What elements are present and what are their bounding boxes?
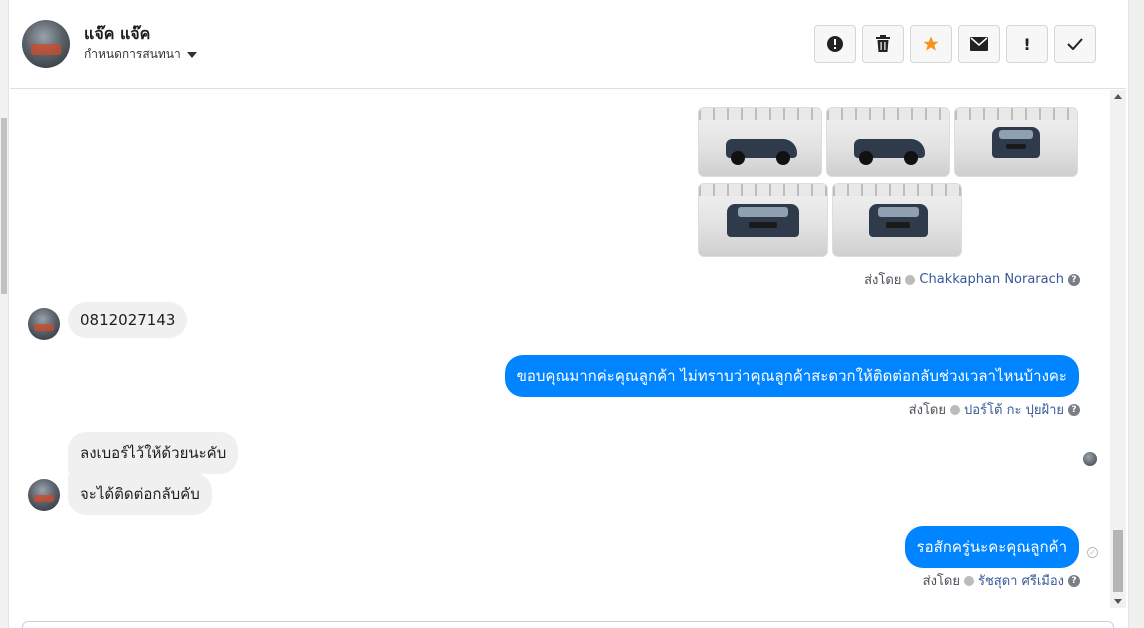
check-icon bbox=[1067, 38, 1083, 50]
contact-avatar-small[interactable] bbox=[28, 479, 60, 511]
incoming-message[interactable]: ลงเบอร์ไว้ให้ด้วยนะคับ bbox=[68, 432, 239, 474]
message-composer[interactable] bbox=[22, 621, 1114, 628]
sender-check-icon bbox=[963, 575, 974, 586]
vehicle-photo[interactable] bbox=[698, 183, 828, 257]
sent-by-info: ส่งโดย รัชสุดา ศรีเมือง ? bbox=[923, 570, 1080, 591]
conversation-header: แจ๊ค แจ๊ค กำหนดการสนทนา ! bbox=[10, 0, 1126, 89]
email-button[interactable] bbox=[958, 25, 1000, 63]
conversation-assign-dropdown[interactable]: กำหนดการสนทนา bbox=[84, 45, 197, 64]
exclamation-icon: ! bbox=[1023, 34, 1031, 54]
help-icon[interactable]: ? bbox=[1068, 403, 1080, 416]
sender-name[interactable]: ปอร์โต้ กะ ปุยฝ้าย bbox=[964, 399, 1064, 420]
delete-button[interactable] bbox=[862, 25, 904, 63]
sent-by-label: ส่งโดย bbox=[864, 273, 902, 288]
scroll-up-arrow-icon[interactable] bbox=[1114, 94, 1122, 99]
alert-circle-icon bbox=[827, 36, 843, 52]
messages-scrollbar[interactable] bbox=[1110, 90, 1126, 608]
sender-check-icon bbox=[905, 274, 916, 285]
scroll-down-arrow-icon[interactable] bbox=[1114, 599, 1122, 604]
caret-down-icon bbox=[186, 51, 197, 58]
mark-done-button[interactable] bbox=[1054, 25, 1096, 63]
contact-avatar-small[interactable] bbox=[28, 308, 60, 340]
sender-check-icon bbox=[950, 404, 960, 415]
header-actions: ! bbox=[814, 25, 1096, 63]
vehicle-photo[interactable] bbox=[826, 107, 950, 177]
vehicle-photo[interactable] bbox=[832, 183, 962, 257]
messages-scrollbar-thumb[interactable] bbox=[1113, 530, 1123, 592]
contact-avatar[interactable] bbox=[22, 20, 70, 68]
outgoing-message[interactable]: ขอบคุณมากค่ะคุณลูกค้า ไม่ทราบว่าคุณลูกค้… bbox=[504, 355, 1079, 397]
contact-name: แจ๊ค แจ๊ค bbox=[84, 24, 151, 43]
incoming-message[interactable]: จะได้ติดต่อกลับคับ bbox=[68, 473, 212, 515]
vehicle-photo[interactable] bbox=[954, 107, 1078, 177]
sent-by-label: ส่งโดย bbox=[908, 403, 946, 418]
help-icon[interactable]: ? bbox=[1068, 574, 1080, 587]
help-icon[interactable]: ? bbox=[1068, 273, 1080, 286]
mark-spam-button[interactable] bbox=[814, 25, 856, 63]
sent-by-info: ส่งโดย Chakkaphan Norarach ? bbox=[864, 269, 1080, 290]
mark-important-button[interactable]: ! bbox=[1006, 25, 1048, 63]
sender-name[interactable]: รัชสุดา ศรีเมือง bbox=[978, 570, 1064, 591]
conversation-assign-label: กำหนดการสนทนา bbox=[84, 47, 181, 61]
page-scrollbar-thumb[interactable] bbox=[1, 118, 7, 294]
star-icon bbox=[923, 36, 939, 51]
sent-by-info: ส่งโดย ปอร์โต้ กะ ปุยฝ้าย ? bbox=[909, 399, 1080, 420]
sender-name[interactable]: Chakkaphan Norarach bbox=[919, 272, 1064, 287]
outgoing-message[interactable]: รอสักครู่นะคะคุณลูกค้า bbox=[904, 526, 1079, 568]
read-receipt-avatar-icon bbox=[1083, 452, 1097, 466]
vehicle-photo[interactable] bbox=[698, 107, 822, 177]
sent-by-label: ส่งโดย bbox=[922, 574, 960, 589]
page-scrollbar[interactable] bbox=[0, 0, 9, 628]
star-button[interactable] bbox=[910, 25, 952, 63]
conversation-page: แจ๊ค แจ๊ค กำหนดการสนทนา ! ส่งโดย Chakkap… bbox=[0, 0, 1144, 628]
window-edge bbox=[1128, 0, 1144, 628]
incoming-message[interactable]: 0812027143 bbox=[68, 302, 188, 338]
delivered-check-icon: ✓ bbox=[1087, 547, 1098, 558]
trash-icon bbox=[876, 35, 890, 52]
envelope-icon bbox=[970, 37, 988, 51]
